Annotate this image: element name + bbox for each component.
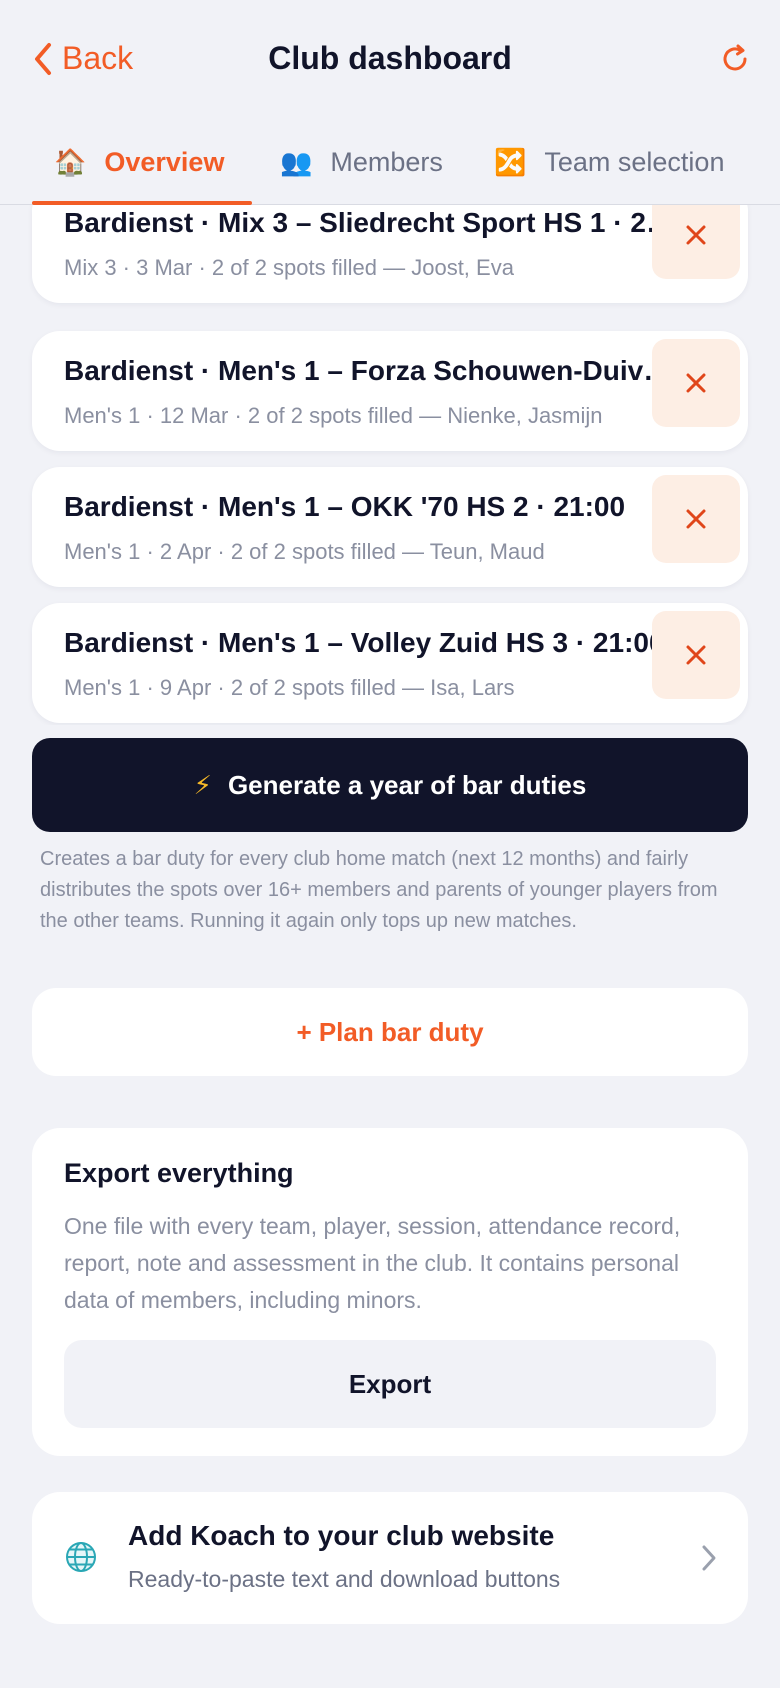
bar-duty-list: Bardienst · Mix 3 – Sliedrecht Sport HS … <box>0 205 780 725</box>
duty-title: Bardienst · Men's 1 – Forza Schouwen-Dui… <box>64 355 682 386</box>
lightning-icon: ⚡ <box>193 769 212 800</box>
shuffle-icon: 🔀 <box>494 146 527 177</box>
remove-duty-button[interactable] <box>652 475 740 563</box>
duty-title: Bardienst · Men's 1 – Volley Zuid HS 3 ·… <box>64 627 665 658</box>
generate-description: Creates a bar duty for every club home m… <box>40 848 718 932</box>
refresh-icon[interactable] <box>718 42 752 76</box>
remove-duty-button[interactable] <box>652 339 740 427</box>
tab-members[interactable]: 👥 Members <box>252 120 472 204</box>
website-card-subtitle: Ready-to-paste text and download buttons <box>128 1566 561 1592</box>
close-icon <box>686 509 706 529</box>
duty-title: Bardienst · Men's 1 – OKK '70 HS 2 · 21:… <box>64 491 626 522</box>
club-website-card[interactable]: Add Koach to your club website Ready-to-… <box>32 1492 748 1624</box>
chevron-right-icon <box>702 1545 716 1571</box>
top-bar: Back Club dashboard <box>0 0 780 120</box>
bar-duty-card[interactable]: Bardienst · Men's 1 – Forza Schouwen-Dui… <box>32 331 748 451</box>
close-icon <box>686 645 706 665</box>
duty-subtitle: Men's 1 · 9 Apr · 2 of 2 spots filled — … <box>64 675 515 700</box>
remove-duty-button[interactable] <box>652 611 740 699</box>
page-title: Club dashboard <box>268 40 512 76</box>
close-icon <box>686 225 706 245</box>
export-card: Export everything One file with every te… <box>32 1128 748 1456</box>
tab-label: Overview <box>104 146 225 177</box>
bar-duty-card[interactable]: Bardienst · Men's 1 – Volley Zuid HS 3 ·… <box>32 603 748 723</box>
tab-label: Team selection <box>544 146 725 177</box>
house-icon: 🏠 <box>54 146 87 177</box>
close-icon <box>686 373 706 393</box>
duty-subtitle: Men's 1 · 12 Mar · 2 of 2 spots filled —… <box>64 403 603 428</box>
tab-overview[interactable]: 🏠 Overview <box>32 120 252 205</box>
generate-label: Generate a year of bar duties <box>227 769 587 800</box>
plan-bar-duty-button[interactable]: + Plan bar duty <box>32 988 748 1076</box>
duty-subtitle: Mix 3 · 3 Mar · 2 of 2 spots filled — Jo… <box>64 255 514 280</box>
globe-icon <box>66 1542 96 1572</box>
bar-duty-card[interactable]: Bardienst · Mix 3 – Sliedrecht Sport HS … <box>32 205 748 303</box>
people-icon: 👥 <box>280 146 313 177</box>
club-dashboard-screen: Back Club dashboard 🏠 Overview 👥 Members… <box>0 0 780 1688</box>
export-button[interactable]: Export <box>64 1340 716 1428</box>
bar-duty-card[interactable]: Bardienst · Men's 1 – OKK '70 HS 2 · 21:… <box>32 467 748 587</box>
export-description: One file with every team, player, sessio… <box>64 1213 681 1313</box>
duty-title: Bardienst · Mix 3 – Sliedrecht Sport HS … <box>64 207 682 238</box>
tab-team-selection[interactable]: 🔀 Team selection <box>472 120 746 204</box>
tab-label: Members <box>330 146 443 177</box>
remove-duty-button[interactable] <box>652 205 740 279</box>
duty-subtitle: Men's 1 · 2 Apr · 2 of 2 spots filled — … <box>64 539 545 564</box>
website-card-title: Add Koach to your club website <box>128 1520 555 1551</box>
generate-year-button[interactable]: ⚡ Generate a year of bar duties <box>32 738 748 832</box>
export-title: Export everything <box>64 1158 294 1188</box>
tab-bar: 🏠 Overview 👥 Members 🔀 Team selection <box>0 120 780 205</box>
